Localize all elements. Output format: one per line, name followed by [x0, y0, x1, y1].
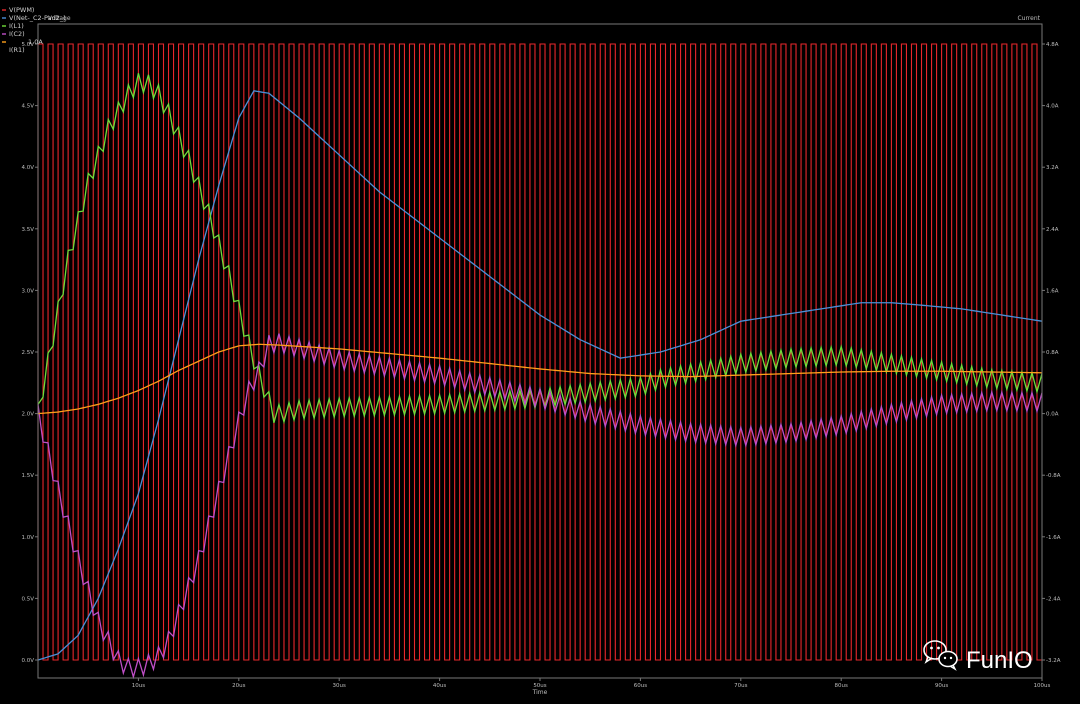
right-tick-label: -3.2A: [1046, 658, 1061, 664]
x-tick-label: 50us: [533, 683, 546, 689]
left-tick-label: 3.5V: [21, 227, 34, 233]
legend-label-net: V(Net-_C2-Pad2_): [9, 14, 66, 22]
left-tick-label: 1.0V: [21, 535, 34, 541]
right-tick-label: -1.6A: [1046, 535, 1061, 541]
right-tick-label: 1.6A: [1046, 288, 1059, 294]
legend-label-ir1: I(R1): [9, 46, 25, 54]
left-tick-label: 3.0V: [21, 288, 34, 294]
left-tick-label: 4.5V: [21, 104, 34, 110]
x-tick-label: 90us: [935, 683, 948, 689]
right-tick-label: -2.4A: [1046, 596, 1061, 602]
right-axis-title: Current: [1017, 15, 1040, 22]
x-tick-label: 20us: [232, 683, 245, 689]
right-tick-label: -0.8A: [1046, 473, 1061, 479]
right-tick-label: 0.0A: [1046, 412, 1059, 418]
right-tick-label: 0.8A: [1046, 350, 1059, 356]
x-tick-label: 100us: [1034, 683, 1051, 689]
x-tick-label: 70us: [734, 683, 747, 689]
right-tick-label: 4.8A: [1046, 42, 1059, 48]
left-tick-label: 2.5V: [21, 350, 34, 356]
x-tick-label: 30us: [333, 683, 346, 689]
legend-label-il1: I(L1): [9, 22, 24, 30]
x-tick-label: 60us: [634, 683, 647, 689]
right-tick-label: 4.0A: [1046, 104, 1059, 110]
left-tick-label: 1.5V: [21, 473, 34, 479]
x-tick-label: 40us: [433, 683, 446, 689]
right-tick-label: 2.4A: [1046, 227, 1059, 233]
left-tick-label: 0.5V: [21, 596, 34, 602]
legend-label-ic2: I(C2): [9, 30, 25, 38]
x-tick-label: 10us: [132, 683, 145, 689]
left-tick-label: 4.0V: [21, 165, 34, 171]
oscilloscope-chart: Voltage Current Time 0.0V0.5V1.0V1.5V2.0…: [0, 0, 1080, 704]
x-tick-label: 80us: [835, 683, 848, 689]
legend-extra-value: 1.0A: [28, 38, 43, 46]
watermark-text: FunIO: [966, 647, 1033, 674]
legend-label-pwm: V(PWM): [9, 6, 34, 14]
x-axis-title: Time: [532, 689, 548, 696]
left-tick-label: 2.0V: [21, 412, 34, 418]
right-tick-label: 3.2A: [1046, 165, 1059, 171]
left-tick-label: 0.0V: [21, 658, 34, 664]
series-layer: [37, 43, 1043, 680]
